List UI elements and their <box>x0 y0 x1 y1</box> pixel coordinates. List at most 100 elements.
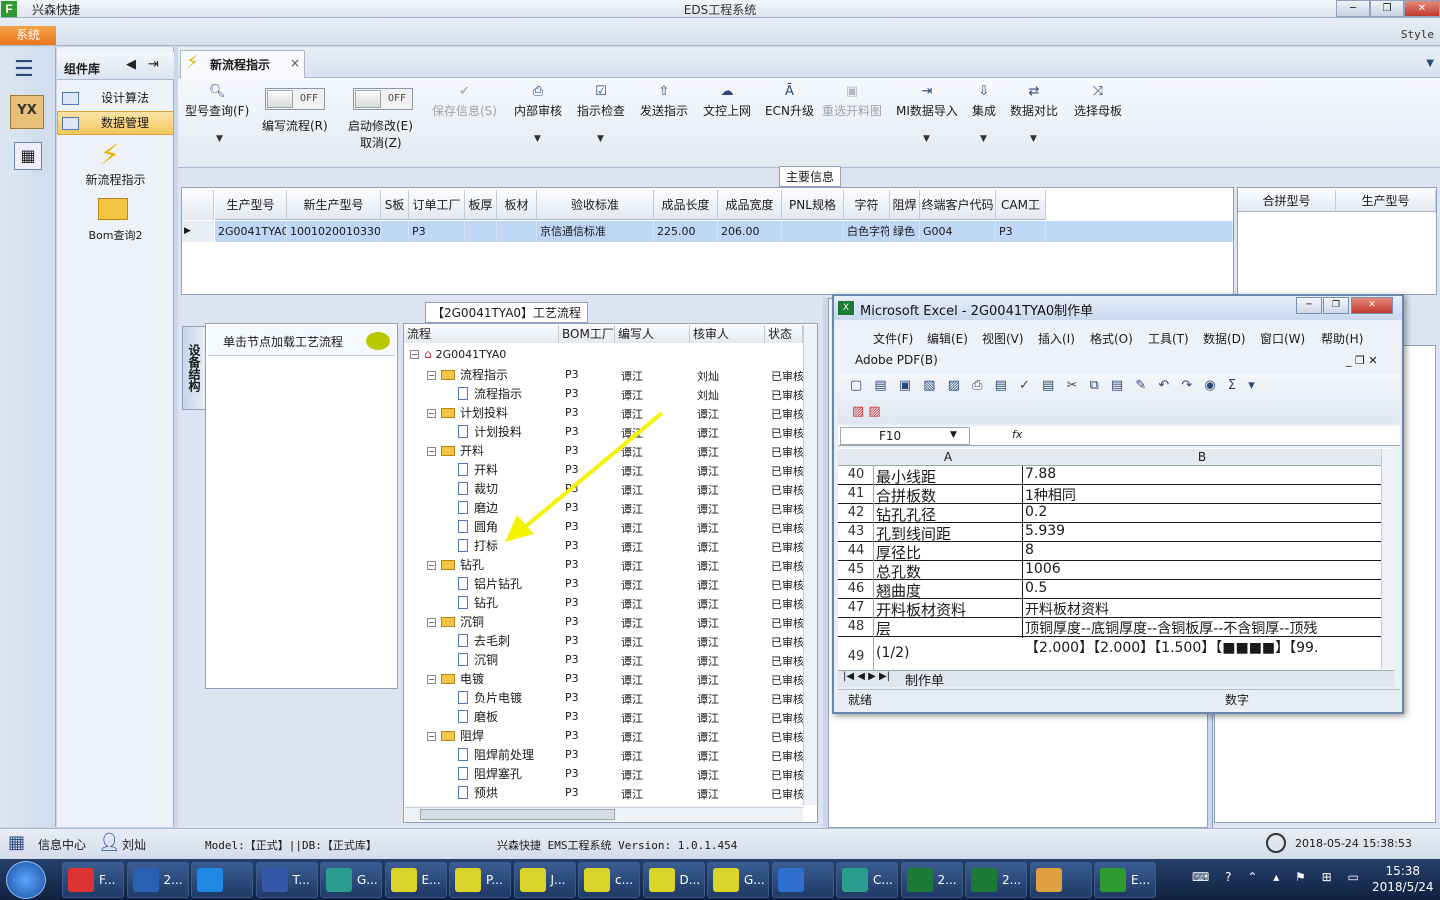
cell-a[interactable]: 钻孔孔径 <box>876 504 936 525</box>
excel-inner-window-controls[interactable]: _ ❐ ✕ <box>1346 354 1378 367</box>
folder-open-icon[interactable] <box>98 198 128 220</box>
cell-b[interactable]: 8 <box>1025 542 1380 558</box>
table-cell[interactable]: 225.00 <box>654 221 718 242</box>
table-cell[interactable]: 绿色 <box>890 221 920 242</box>
row-number[interactable]: 46 <box>840 581 872 596</box>
cell-b[interactable]: 0.2 <box>1025 504 1380 520</box>
taskbar-item[interactable]: E... <box>1094 862 1156 898</box>
send-instruction-button[interactable]: ⇧ 发送指示 <box>640 84 688 119</box>
system-tray-icons[interactable]: ⌨ ? ⌃ ▴ ⚑ ⊞ ▭ <box>1192 870 1365 884</box>
taskbar-item[interactable]: 2... <box>965 862 1027 898</box>
column-header[interactable]: 生产型号 <box>1336 190 1436 212</box>
cell-b[interactable]: 5.939 <box>1025 523 1380 539</box>
tree-folder-node[interactable]: − 流程指示 <box>427 366 508 383</box>
column-header-b[interactable]: B <box>1023 449 1381 466</box>
model-query-button[interactable]: 🔍︎ 型号查询(F) <box>185 84 249 119</box>
excel-close-button[interactable]: ✕ <box>1351 297 1393 314</box>
cell-a[interactable]: 层 <box>876 618 891 639</box>
tree-root[interactable]: − ⌂ 2G0041TYA0 <box>410 347 506 361</box>
excel-toolbar-icons[interactable]: ▢ ▤ ▣ ▧ ▨ ⎙ ▤ ✓ ▤ ✂ ⧉ ▤ ✎ ↶ ↷ ◉ Σ ▾ <box>850 378 1259 393</box>
tree-leaf-node[interactable]: 沉铜 <box>458 651 498 668</box>
table-cell[interactable] <box>782 221 844 242</box>
excel-minimize-button[interactable]: ─ <box>1296 297 1322 314</box>
select-motherboard-button[interactable]: ⤨ 选择母板 <box>1074 84 1122 119</box>
tab-close-icon[interactable]: × <box>290 56 300 70</box>
column-header[interactable]: 成品宽度 <box>718 190 782 220</box>
chevron-down-icon[interactable]: ▼ <box>597 134 604 144</box>
tree-leaf-node[interactable]: 钻孔 <box>458 594 498 611</box>
tree-leaf-node[interactable]: 开料 <box>458 461 498 478</box>
reselect-cut-image-button[interactable]: ▣ 重选开料图 <box>822 84 882 119</box>
column-header[interactable]: 验收标准 <box>537 190 654 220</box>
tree-leaf-node[interactable]: 计划投料 <box>458 423 522 440</box>
row-number[interactable]: 44 <box>840 543 872 558</box>
excel-menu-item[interactable]: 数据(D) <box>1203 330 1246 347</box>
excel-menu-item[interactable]: 格式(O) <box>1090 330 1133 347</box>
info-center-label[interactable]: 信息中心 <box>38 836 86 853</box>
doc-online-button[interactable]: ☁ 文控上网 <box>703 84 751 119</box>
cell-a[interactable]: 厚径比 <box>876 542 921 563</box>
column-header[interactable]: 板厚 <box>465 190 497 220</box>
tree-folder-node[interactable]: − 电镀 <box>427 670 484 687</box>
row-indicator-icon[interactable]: ▶ <box>182 221 214 242</box>
pdf-convert-icon[interactable]: ▨ ▨ <box>852 404 881 419</box>
tree-leaf-node[interactable]: 打标 <box>458 537 498 554</box>
cell-b[interactable]: 开料板材资料 <box>1025 599 1380 619</box>
row-number[interactable]: 40 <box>840 467 872 482</box>
table-cell[interactable] <box>497 221 537 242</box>
cell-b[interactable]: 【2.000】【2.000】【1.500】【■■■■】【99. <box>1025 637 1380 657</box>
table-cell[interactable]: G004 <box>920 221 996 242</box>
cell-a[interactable]: 开料板材资料 <box>876 599 966 620</box>
cell-a[interactable]: 翘曲度 <box>876 580 921 601</box>
style-menu[interactable]: Style <box>1401 28 1434 41</box>
row-number[interactable]: 48 <box>840 619 872 634</box>
fx-icon[interactable]: fx <box>1012 428 1022 441</box>
taskbar-item[interactable]: D... <box>642 862 705 898</box>
column-header[interactable]: PNL规格 <box>782 190 844 220</box>
column-header[interactable]: 终端客户代码 <box>920 190 996 220</box>
column-header-a[interactable]: A <box>874 449 1022 466</box>
menu-icon[interactable]: ☰ <box>14 57 34 82</box>
system-tab[interactable]: 系统 <box>0 26 56 45</box>
data-compare-button[interactable]: ⇄ 数据对比 <box>1010 84 1058 119</box>
instruction-check-button[interactable]: ☑ 指示检查 <box>577 84 625 119</box>
excel-menu-item[interactable]: 插入(I) <box>1038 330 1075 347</box>
chevron-down-icon[interactable]: ▼ <box>980 134 987 144</box>
ecn-upgrade-button[interactable]: Ā ECN升级 <box>765 84 814 119</box>
taskbar-item[interactable]: C... <box>836 862 898 898</box>
tree-leaf-node[interactable]: 圆角 <box>458 518 498 535</box>
taskbar-item[interactable] <box>191 862 253 898</box>
tree-leaf-node[interactable]: 磨边 <box>458 499 498 516</box>
calculator-icon[interactable]: ▦ <box>14 142 42 170</box>
taskbar-item[interactable] <box>1029 862 1092 898</box>
excel-menu-item[interactable]: 编辑(E) <box>927 330 968 347</box>
bom-query-label[interactable]: Bom查询2 <box>57 227 174 243</box>
save-info-button[interactable]: ✔ 保存信息(S) <box>432 84 497 119</box>
cell-a[interactable]: (1/2) <box>876 645 909 661</box>
mi-import-button[interactable]: ⇥ MI数据导入 <box>896 84 958 119</box>
row-number[interactable]: 49 <box>840 649 872 664</box>
taskbar-item[interactable]: 2... <box>900 862 963 898</box>
device-structure-tab[interactable]: 设备结构 <box>182 326 206 410</box>
tree-leaf-node[interactable]: 磨板 <box>458 708 498 725</box>
excel-restore-button[interactable]: ❐ <box>1323 297 1349 314</box>
chevron-down-icon[interactable]: ▼ <box>923 134 930 144</box>
taskbar-item[interactable]: J... <box>513 862 576 898</box>
excel-menu-item[interactable]: 帮助(H) <box>1321 330 1363 347</box>
taskbar-item[interactable]: G... <box>320 862 382 898</box>
tree-folder-node[interactable]: − 阻焊 <box>427 727 484 744</box>
minimize-button[interactable]: ─ <box>1336 0 1370 17</box>
table-cell[interactable]: P3 <box>409 221 465 242</box>
column-header[interactable]: CAM工厂 <box>996 190 1046 242</box>
chevron-down-icon[interactable]: ▼ <box>534 134 541 144</box>
column-header[interactable]: 字符 <box>844 190 890 220</box>
tree-leaf-node[interactable]: 阻焊塞孔 <box>458 765 522 782</box>
taskbar-item[interactable]: c... <box>578 862 640 898</box>
chevron-down-icon[interactable]: ▼ <box>1030 134 1037 144</box>
tab-list-chevron-icon[interactable]: ▼ <box>1426 58 1434 69</box>
cancel-modify-label[interactable]: 取消(Z) <box>360 134 402 151</box>
new-flow-label[interactable]: 新流程指示 <box>57 171 174 188</box>
cell-b[interactable]: 0.5 <box>1025 580 1380 596</box>
cell-b[interactable]: 1006 <box>1025 561 1380 577</box>
tray-clock[interactable]: 15:38 2018/5/24 <box>1372 863 1434 895</box>
